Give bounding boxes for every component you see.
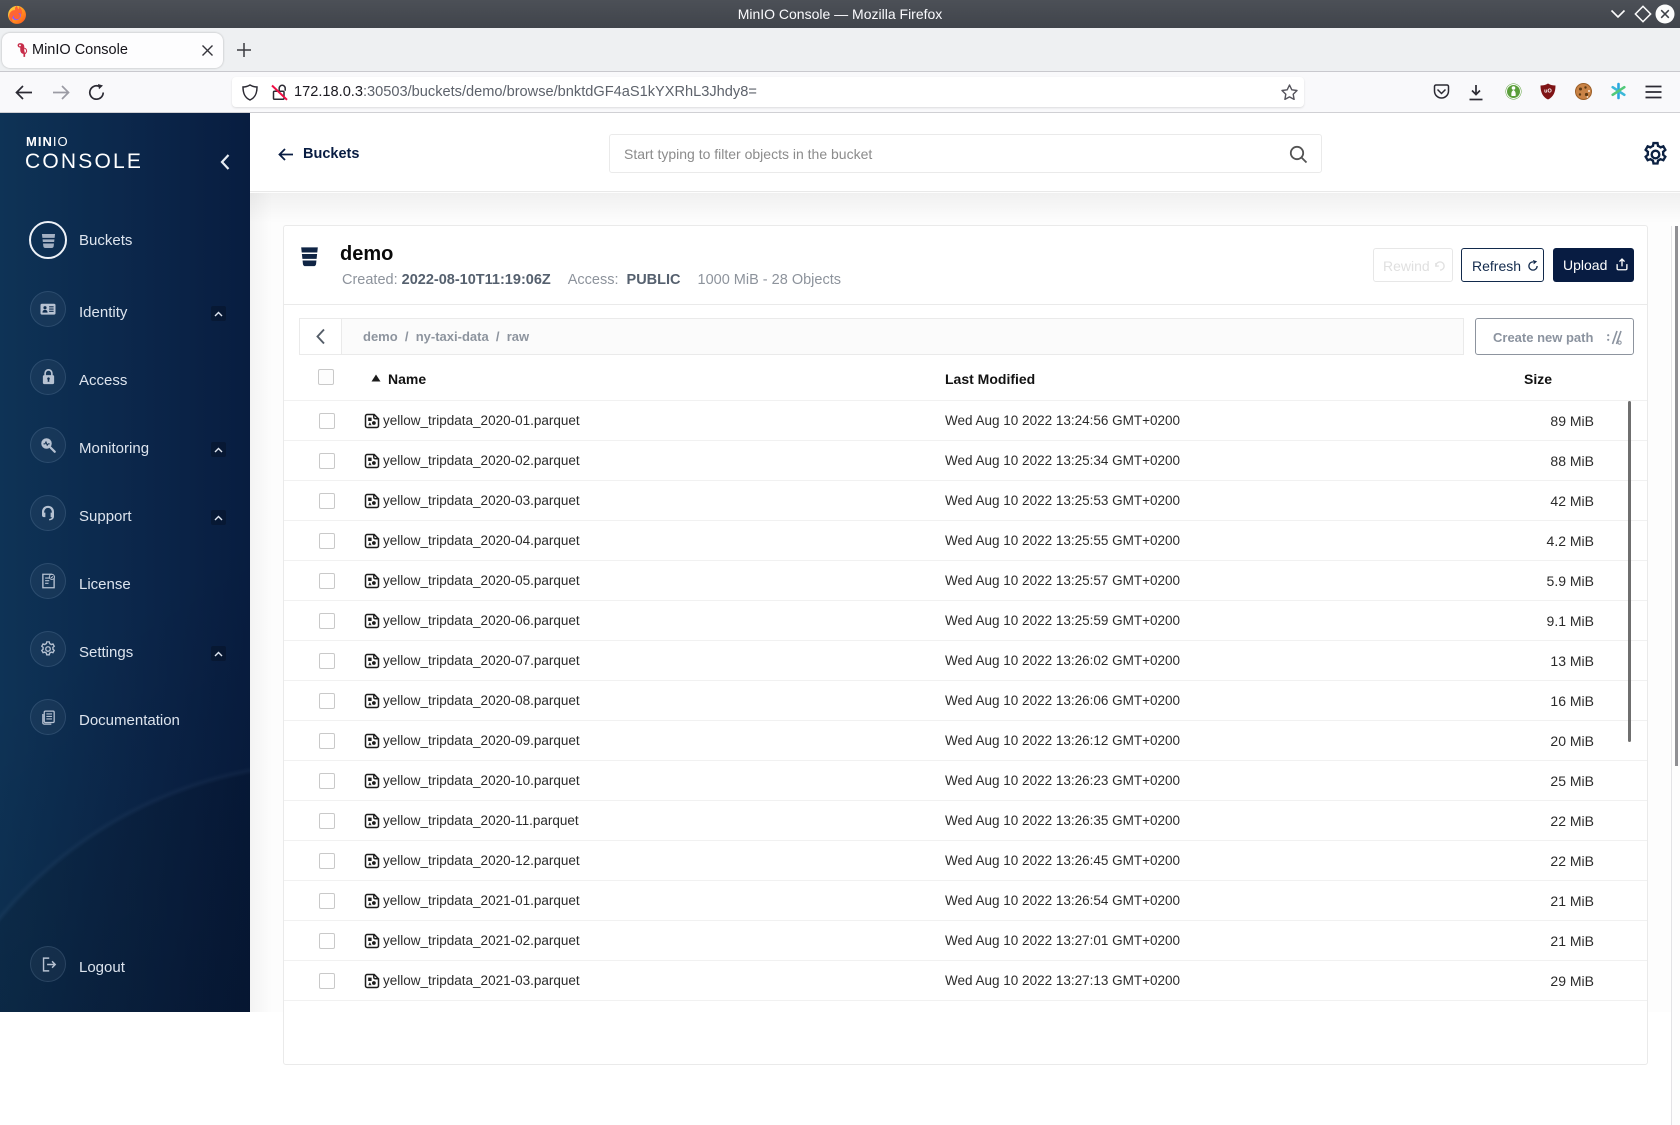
svg-text:uO: uO — [1544, 89, 1552, 95]
